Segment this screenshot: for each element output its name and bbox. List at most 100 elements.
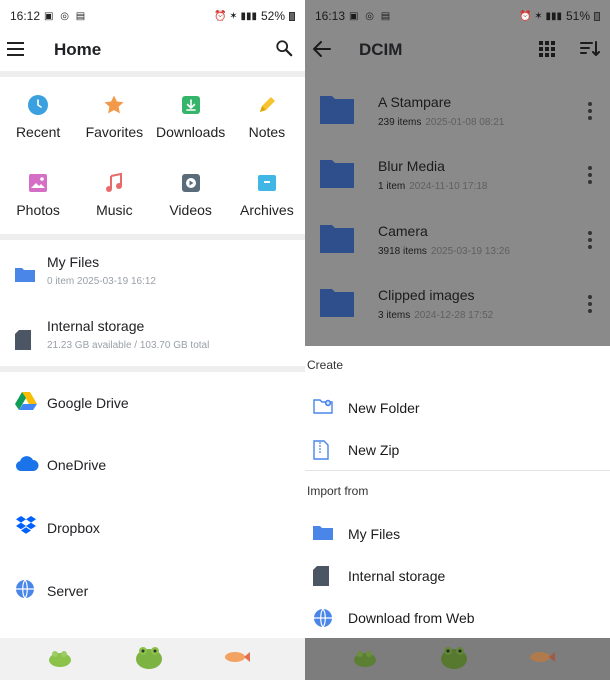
cloud-google-drive[interactable]: Google Drive: [0, 372, 305, 434]
music-icon: [103, 172, 125, 194]
category-grid: Recent Favorites Downloads Notes Photos: [0, 86, 305, 242]
onedrive-icon: [15, 455, 39, 476]
status-time: 16:12: [10, 9, 41, 23]
folder-count: 239 items: [378, 117, 422, 128]
category-label: Downloads: [155, 124, 226, 140]
fish-sticker-icon: [529, 650, 555, 669]
more-options-icon[interactable]: [588, 231, 592, 252]
frog-face-sticker-icon: [440, 644, 468, 675]
folder-icon: [320, 160, 354, 188]
folder-count: 3918 items: [378, 246, 427, 257]
folder-row[interactable]: Clipped images 3 items 2024-12-28 17:52: [305, 273, 610, 337]
storage-name: My Files: [47, 254, 100, 270]
home-screen: 16:12 ▣ ◎ ▤ ⏰ ✶ ▮▮▮ 52% Home Recent Favo…: [0, 0, 305, 680]
category-label: Music: [96, 202, 133, 218]
import-internal-storage-option[interactable]: Internal storage: [305, 556, 610, 596]
new-folder-option[interactable]: New Folder: [305, 388, 610, 428]
cloud-name: OneDrive: [47, 457, 107, 473]
folder-row[interactable]: A Stampare 239 items 2025-01-08 08:21: [305, 80, 610, 144]
notification-icons: ▣ ◎ ▤: [44, 10, 88, 22]
category-archives[interactable]: Archives: [229, 164, 305, 242]
cloud-name: Dropbox: [47, 520, 100, 536]
more-options-icon[interactable]: [588, 102, 592, 123]
status-bar: 16:12 ▣ ◎ ▤ ⏰ ✶ ▮▮▮ 52%: [0, 0, 305, 32]
app-bar: DCIM: [305, 32, 610, 70]
folder-date: 2025-03-19 13:26: [430, 246, 510, 257]
page-title: DCIM: [359, 40, 403, 59]
category-label: Favorites: [85, 124, 144, 140]
more-options-icon[interactable]: [588, 295, 592, 316]
folder-icon: [320, 96, 354, 124]
option-label: My Files: [348, 526, 401, 542]
bottom-stickers: [0, 638, 305, 680]
category-favorites[interactable]: Favorites: [76, 86, 152, 164]
folder-icon: [320, 289, 354, 317]
folder-row[interactable]: Blur Media 1 item 2024-11-10 17:18: [305, 144, 610, 208]
category-label: Videos: [169, 202, 212, 218]
category-notes[interactable]: Notes: [229, 86, 305, 164]
folder-meta: 3 items 2024-12-28 17:52: [378, 310, 493, 321]
folder-count: 1 item: [378, 181, 406, 192]
divider: [305, 470, 610, 471]
video-icon: [180, 172, 202, 194]
folder-date: 2024-11-10 17:18: [409, 181, 488, 192]
cloud-name: Server: [47, 583, 89, 599]
status-right: ⏰ ✶ ▮▮▮ 51%: [519, 9, 600, 23]
section-create-label: Create: [307, 358, 344, 372]
option-label: Internal storage: [348, 568, 446, 584]
status-bar: 16:13 ▣ ◎ ▤ ⏰ ✶ ▮▮▮ 51%: [305, 0, 610, 32]
google-drive-icon: [15, 391, 37, 416]
globe-icon: [15, 579, 35, 604]
option-label: New Zip: [348, 442, 400, 458]
category-label: Photos: [16, 202, 60, 218]
divider: [0, 71, 305, 77]
folder-date: 2025-01-08 08:21: [425, 117, 505, 128]
star-icon: [103, 94, 125, 116]
pencil-icon: [256, 94, 278, 116]
download-icon: [180, 94, 202, 116]
folder-row[interactable]: Camera 3918 items 2025-03-19 13:26: [305, 209, 610, 273]
sort-icon[interactable]: [580, 40, 600, 58]
folder-count: 3 items: [378, 310, 411, 321]
section-import-label: Import from: [307, 484, 369, 498]
import-my-files-option[interactable]: My Files: [305, 514, 610, 554]
battery-icon: [594, 11, 600, 21]
grid-view-icon[interactable]: [539, 41, 555, 57]
category-recent[interactable]: Recent: [0, 86, 76, 164]
cloud-onedrive[interactable]: OneDrive: [0, 434, 305, 496]
folder-icon: [313, 526, 333, 540]
clock-icon: [27, 94, 49, 116]
dcim-screen: 16:13 ▣ ◎ ▤ ⏰ ✶ ▮▮▮ 51% DCIM A Stampare …: [305, 0, 610, 680]
cloud-dropbox[interactable]: Dropbox: [0, 497, 305, 559]
search-icon[interactable]: [275, 39, 293, 57]
storage-internal[interactable]: Internal storage 21.23 GB available / 10…: [0, 308, 305, 372]
category-videos[interactable]: Videos: [153, 164, 229, 242]
category-label: Archives: [240, 202, 294, 218]
cloud-server[interactable]: Server: [0, 560, 305, 622]
create-import-sheet: Create New Folder New Zip Import from My…: [305, 346, 610, 638]
page-title: Home: [54, 40, 102, 59]
folder-meta: 239 items 2025-01-08 08:21: [378, 117, 504, 128]
category-photos[interactable]: Photos: [0, 164, 76, 242]
frog-face-sticker-icon: [135, 644, 163, 675]
sd-card-icon: [313, 566, 329, 586]
category-downloads[interactable]: Downloads: [153, 86, 229, 164]
more-options-icon[interactable]: [588, 166, 592, 187]
menu-icon[interactable]: [7, 42, 24, 56]
storage-my-files[interactable]: My Files 0 item 2025-03-19 16:12: [0, 244, 305, 308]
divider: [0, 234, 305, 240]
frog-sticker-icon: [353, 648, 377, 673]
battery-level: 52%: [260, 9, 285, 23]
folder-name: Camera: [378, 223, 428, 239]
cloud-name: Google Drive: [47, 395, 129, 411]
folder-meta: 3918 items 2025-03-19 13:26: [378, 246, 510, 257]
new-zip-option[interactable]: New Zip: [305, 430, 610, 470]
new-folder-icon: [313, 399, 333, 414]
folder-icon: [15, 266, 35, 287]
category-label: Notes: [248, 124, 286, 140]
back-arrow-icon[interactable]: [313, 41, 331, 57]
category-music[interactable]: Music: [76, 164, 152, 242]
folder-meta: 1 item 2024-11-10 17:18: [378, 181, 487, 192]
download-from-web-option[interactable]: Download from Web: [305, 598, 610, 638]
sd-card-icon: [15, 330, 31, 355]
